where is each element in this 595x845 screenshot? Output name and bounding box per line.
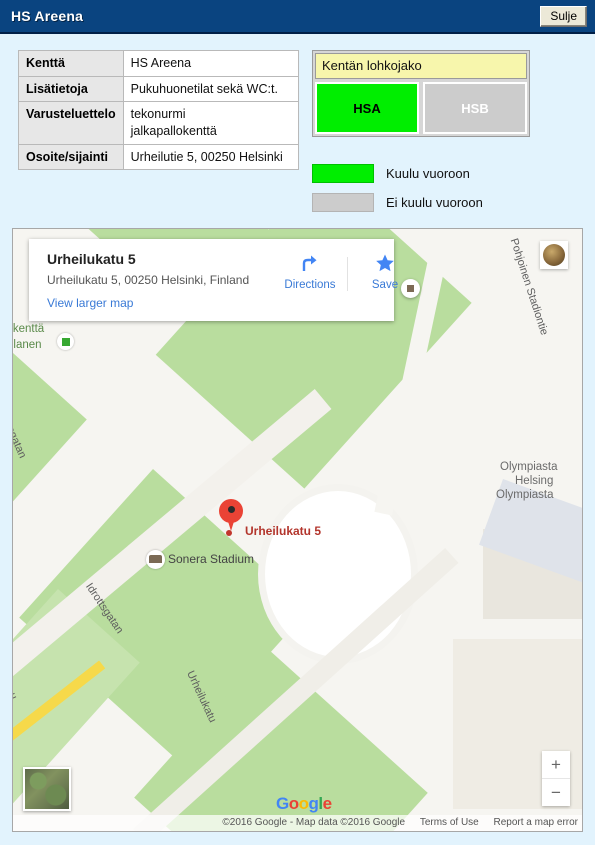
info-card-divider bbox=[347, 257, 348, 291]
stadium-poi-icon[interactable] bbox=[146, 550, 165, 569]
map-stadium-shape bbox=[258, 484, 418, 664]
map-label-helsingin: Helsing bbox=[515, 475, 554, 487]
marker-dot-icon bbox=[227, 506, 235, 513]
field-block-hsb[interactable]: HSB bbox=[423, 82, 527, 134]
legend-item-excluded: Ei kuulu vuoroon bbox=[312, 191, 483, 213]
field-division-title: Kentän lohkojako bbox=[315, 53, 527, 79]
info-card-title: Urheilukatu 5 bbox=[47, 251, 136, 267]
legend-swatch-excluded bbox=[312, 192, 374, 212]
map-container[interactable]: Pohjoinen Stadiontie -kenttä planen Sone… bbox=[12, 228, 583, 832]
info-card-address: Urheilukatu 5, 00250 Helsinki, Finland bbox=[47, 273, 250, 287]
map-zoom-controls[interactable]: + − bbox=[542, 751, 570, 806]
map-label-kentta: -kenttä bbox=[13, 323, 45, 335]
map-photo-thumbnail[interactable] bbox=[540, 241, 568, 269]
row-value: Urheilutie 5, 00250 Helsinki bbox=[122, 143, 299, 171]
logo-letter: e bbox=[322, 794, 332, 813]
row-key: Varusteluettelo bbox=[18, 101, 124, 145]
star-icon bbox=[376, 254, 394, 272]
row-key: Osoite/sijainti bbox=[18, 143, 124, 171]
report-map-error-link[interactable]: Report a map error bbox=[494, 817, 578, 828]
park-poi-icon[interactable] bbox=[57, 333, 74, 350]
field-division-panel: Kentän lohkojako HSA HSB bbox=[312, 50, 530, 137]
logo-letter: g bbox=[308, 794, 319, 813]
map-label-olympiastadion-1: Olympiasta bbox=[500, 461, 558, 473]
satellite-view-toggle[interactable] bbox=[23, 767, 71, 811]
directions-icon bbox=[302, 255, 317, 271]
table-row: Varusteluettelo tekonurmi jalkapallokent… bbox=[18, 101, 299, 145]
view-larger-map-link[interactable]: View larger map bbox=[47, 296, 133, 310]
copyright-text: ©2016 Google - Map data ©2016 Google bbox=[222, 817, 406, 828]
row-value: Pukuhuonetilat sekä WC:t. bbox=[122, 75, 299, 103]
window-title: HS Areena bbox=[11, 8, 84, 24]
marker-anchor-dot bbox=[226, 530, 232, 536]
row-value: tekonurmi jalkapallokenttä bbox=[122, 101, 299, 145]
field-info-table: Kenttä HS Areena Lisätietoja Pukuhuoneti… bbox=[18, 50, 299, 171]
map-marker-pin[interactable] bbox=[219, 499, 243, 533]
legend-label-included: Kuulu vuoroon bbox=[386, 165, 470, 181]
map-canvas[interactable]: Pohjoinen Stadiontie -kenttä planen Sone… bbox=[13, 229, 582, 831]
legend: Kuulu vuoroon Ei kuulu vuoroon bbox=[312, 162, 483, 220]
map-label-sonera-stadium: Sonera Stadium bbox=[168, 552, 255, 566]
marker-tip-icon bbox=[226, 515, 236, 531]
field-block-hsa[interactable]: HSA bbox=[315, 82, 419, 134]
map-label-planen: planen bbox=[13, 339, 42, 351]
logo-letter: G bbox=[276, 794, 289, 813]
legend-label-excluded: Ei kuulu vuoroon bbox=[386, 194, 483, 210]
window-title-bar: HS Areena Sulje bbox=[0, 0, 595, 34]
legend-swatch-included bbox=[312, 163, 374, 183]
google-logo: Google bbox=[276, 794, 332, 814]
row-key: Lisätietoja bbox=[18, 75, 124, 103]
terms-of-use-link[interactable]: Terms of Use bbox=[420, 817, 479, 828]
directions-button[interactable]: Directions bbox=[277, 253, 343, 291]
map-attribution-bar: ©2016 Google - Map data ©2016 Google Ter… bbox=[13, 815, 582, 831]
directions-label: Directions bbox=[284, 279, 336, 291]
field-division-blocks: HSA HSB bbox=[315, 82, 527, 134]
zoom-in-button[interactable]: + bbox=[542, 751, 570, 778]
logo-letter: o bbox=[298, 794, 309, 813]
table-row: Osoite/sijainti Urheilutie 5, 00250 Hels… bbox=[18, 143, 299, 171]
legend-item-included: Kuulu vuoroon bbox=[312, 162, 483, 184]
table-row: Kenttä HS Areena bbox=[18, 50, 299, 77]
street-view-pegman-dot[interactable] bbox=[401, 279, 420, 298]
zoom-out-button[interactable]: − bbox=[542, 779, 570, 806]
close-button[interactable]: Sulje bbox=[540, 6, 587, 27]
map-info-card[interactable]: Urheilukatu 5 Urheilukatu 5, 00250 Helsi… bbox=[29, 239, 398, 321]
map-label-olympiastadion-2: Olympiasta bbox=[496, 489, 554, 501]
table-row: Lisätietoja Pukuhuonetilat sekä WC:t. bbox=[18, 75, 299, 103]
row-value: HS Areena bbox=[122, 50, 299, 77]
row-key: Kenttä bbox=[18, 50, 124, 77]
logo-letter: o bbox=[288, 794, 299, 813]
map-marker-label: Urheilukatu 5 bbox=[245, 524, 322, 538]
